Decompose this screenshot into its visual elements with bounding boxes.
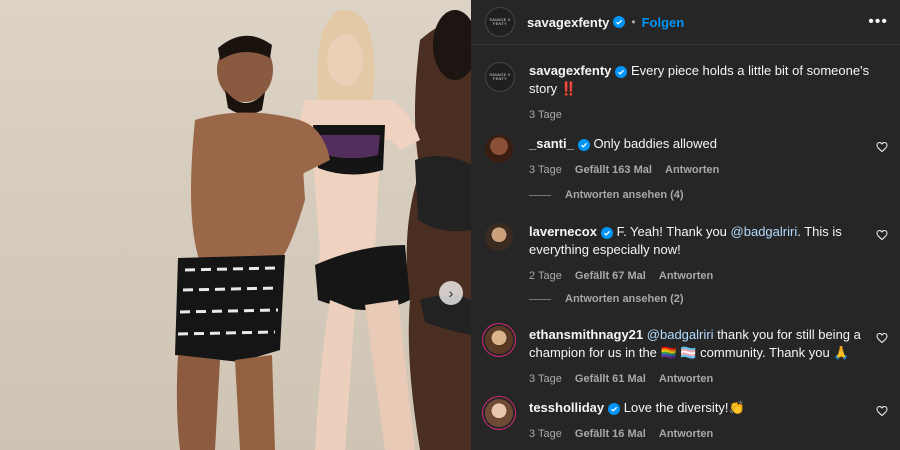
reply-button[interactable]: Antworten (665, 164, 719, 176)
transgender-flag-emoji: 🏳️‍⚧️ (680, 345, 697, 360)
verified-badge-icon (600, 227, 613, 239)
more-options-icon[interactable]: ••• (868, 13, 888, 31)
chevron-right-icon: › (448, 285, 454, 301)
caption-body: savagexfenty Every piece holds a little … (529, 62, 888, 124)
comment-time[interactable]: 3 Tage (529, 373, 562, 385)
post-photo[interactable]: › (0, 0, 471, 450)
view-replies-button[interactable]: Antworten ansehen (4) (529, 189, 684, 201)
heart-icon[interactable] (876, 141, 888, 153)
caption-meta: 3 Tage (529, 106, 888, 124)
separator-dot: • (631, 15, 636, 29)
heart-icon[interactable] (876, 332, 888, 344)
account-avatar[interactable]: SAVAGE X FENTY (485, 7, 515, 37)
view-replies-label: Antworten ansehen (4) (565, 189, 684, 201)
verified-badge-icon (577, 139, 590, 151)
commenter-avatar[interactable] (485, 399, 513, 427)
savage-x-fenty-logo: SAVAGE X FENTY (489, 17, 511, 26)
verified-badge-icon (613, 16, 626, 28)
comment-likes[interactable]: Gefällt 163 Mal (575, 164, 652, 176)
comment-likes[interactable]: Gefällt 61 Mal (575, 373, 646, 385)
comment-meta: 3 Tage Gefällt 61 Mal Antworten (529, 370, 864, 388)
reply-button[interactable]: Antworten (659, 428, 713, 440)
comment-body: ethansmithnagy21 @badgalriri thank you f… (529, 326, 864, 388)
caption-avatar[interactable]: SAVAGE X FENTY (485, 62, 515, 92)
comment-meta: 3 Tage Gefällt 163 Mal Antworten (529, 161, 864, 179)
comment-text-continued: community. Thank you (700, 345, 830, 360)
clapping-hands-emoji: 👏 (728, 400, 745, 415)
folded-hands-emoji: 🙏 (833, 345, 850, 360)
commenter-avatar[interactable] (485, 135, 513, 163)
mention-link[interactable]: @badgalriri (731, 224, 798, 239)
commenter-avatar[interactable] (485, 326, 513, 354)
reply-button[interactable]: Antworten (659, 373, 713, 385)
comment-text: Only baddies allowed (593, 136, 718, 151)
mention-link[interactable]: @badgalriri (647, 327, 714, 342)
double-exclamation-emoji: ‼️ (560, 81, 577, 96)
caption-username[interactable]: savagexfenty (529, 63, 611, 78)
account-username[interactable]: savagexfenty (527, 15, 609, 30)
view-replies-label: Antworten ansehen (2) (565, 293, 684, 305)
comment-meta: 3 Tage Gefällt 16 Mal Antworten (529, 425, 864, 443)
view-replies-button[interactable]: Antworten ansehen (2) (529, 293, 684, 305)
comment-body: tessholliday Love the diversity!👏 3 Tage… (529, 399, 864, 443)
heart-icon[interactable] (876, 229, 888, 241)
comment-time[interactable]: 3 Tage (529, 428, 562, 440)
instagram-post-view: › SAVAGE X FENTY savagexfenty • Folgen •… (0, 0, 900, 450)
comment-text: Love the diversity! (623, 400, 729, 415)
comment-likes[interactable]: Gefällt 16 Mal (575, 428, 646, 440)
comment-username[interactable]: tessholliday (529, 400, 604, 415)
heart-icon[interactable] (876, 405, 888, 417)
comment-username[interactable]: lavernecox (529, 224, 597, 239)
comment-time[interactable]: 3 Tage (529, 164, 562, 176)
comment-text: F. Yeah! Thank you (616, 224, 731, 239)
caption-time[interactable]: 3 Tage (529, 109, 562, 121)
follow-button[interactable]: Folgen (642, 15, 685, 30)
comment-username[interactable]: ethansmithnagy21 (529, 327, 643, 342)
comment-likes[interactable]: Gefällt 67 Mal (575, 270, 646, 282)
reply-button[interactable]: Antworten (659, 270, 713, 282)
carousel-next-button[interactable]: › (439, 281, 463, 305)
comment-username[interactable]: _santi_ (529, 136, 574, 151)
commenter-avatar[interactable] (485, 223, 513, 251)
replies-divider-line (529, 194, 551, 196)
post-image-illustration (175, 9, 471, 450)
replies-divider-line (529, 298, 551, 300)
comment-body: lavernecox F. Yeah! Thank you @badgalrir… (529, 223, 864, 285)
verified-badge-icon (615, 66, 628, 78)
comment-body: _santi_ Only baddies allowed 3 Tage Gefä… (529, 135, 864, 179)
post-side-panel: SAVAGE X FENTY savagexfenty • Folgen •••… (471, 0, 900, 450)
comment-meta: 2 Tage Gefällt 67 Mal Antworten (529, 267, 864, 285)
comment-time[interactable]: 2 Tage (529, 270, 562, 282)
verified-badge-icon (608, 403, 621, 415)
post-header: SAVAGE X FENTY savagexfenty • Folgen ••• (471, 0, 900, 45)
pride-flag-emoji: 🏳️‍🌈 (660, 345, 677, 360)
savage-x-fenty-logo: SAVAGE X FENTY (489, 72, 511, 81)
